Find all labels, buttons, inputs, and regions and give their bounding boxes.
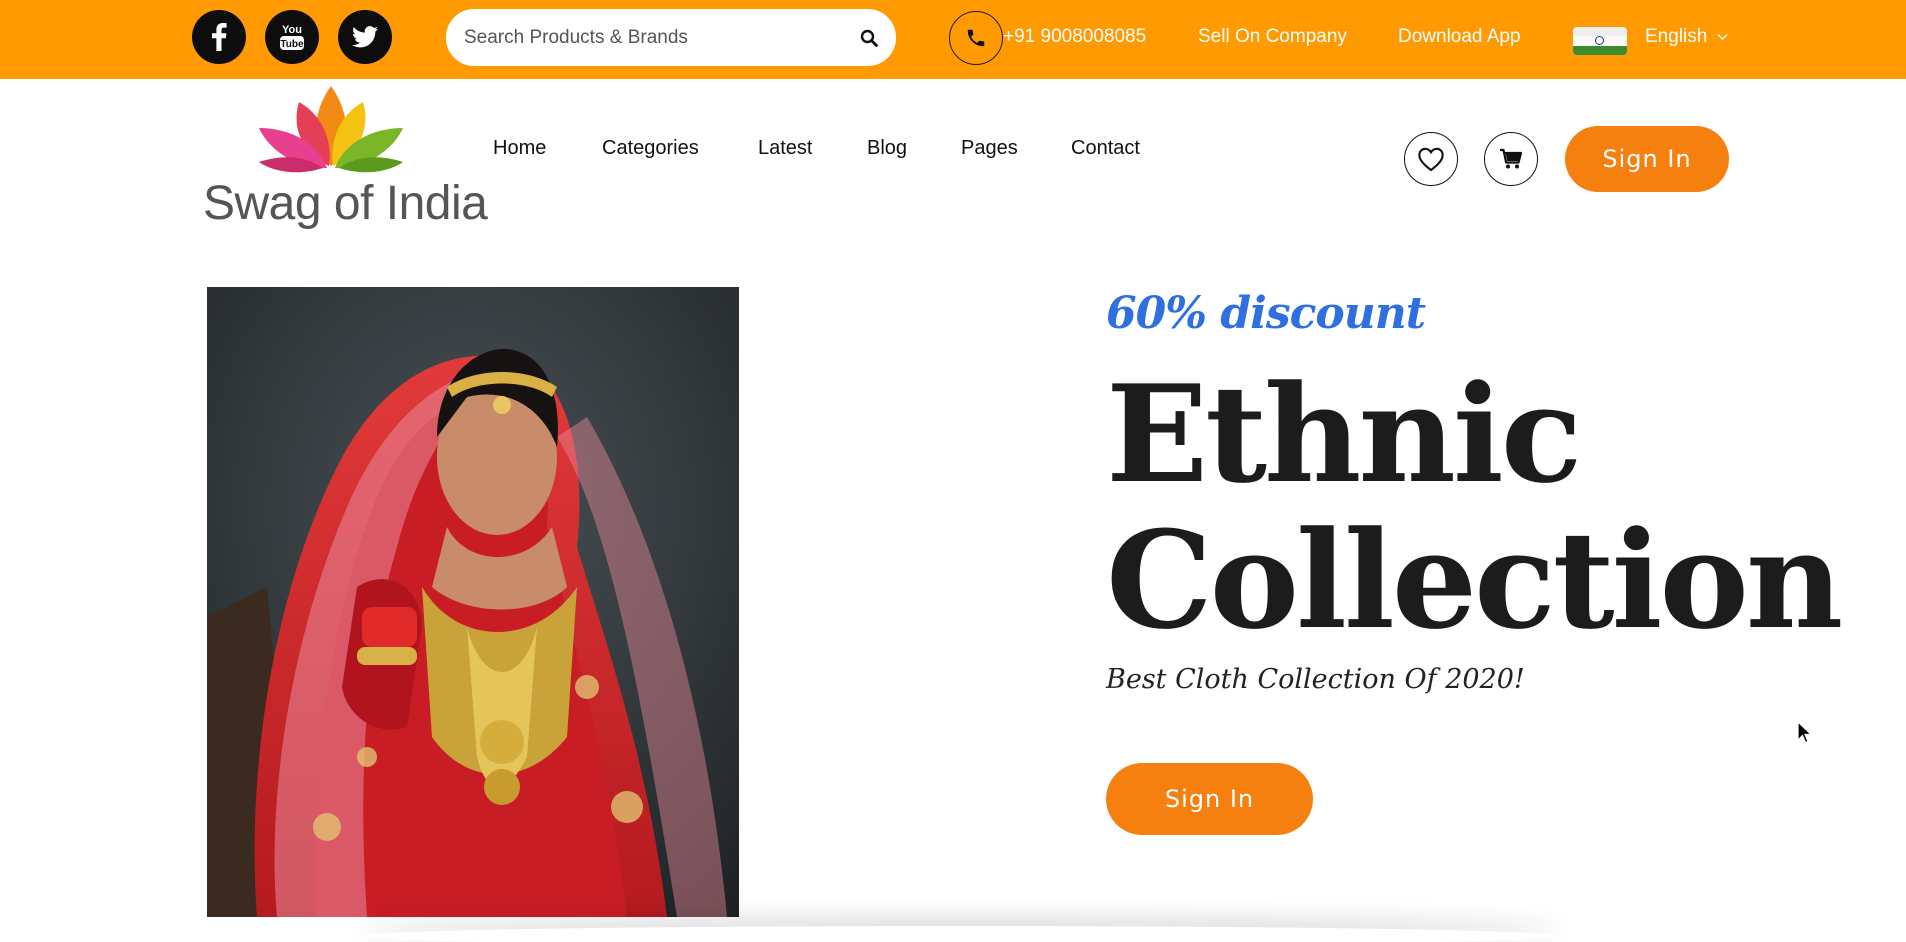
search-icon bbox=[860, 29, 878, 47]
search-button[interactable] bbox=[854, 23, 884, 53]
logo[interactable]: Swag of India bbox=[203, 84, 488, 234]
nav-pages[interactable]: Pages bbox=[961, 136, 1018, 160]
wishlist-button[interactable] bbox=[1404, 132, 1458, 186]
logo-text: Swag of India bbox=[203, 177, 488, 230]
header-sign-in-button[interactable]: Sign In bbox=[1565, 126, 1729, 192]
nav-latest[interactable]: Latest bbox=[758, 136, 812, 160]
phone-number[interactable]: +91 9008008085 bbox=[1003, 26, 1146, 48]
youtube-icon: You Tube bbox=[280, 24, 304, 50]
youtube-glyph-bottom: Tube bbox=[280, 39, 304, 50]
bride-photo bbox=[207, 287, 739, 917]
hero-subtitle: Best Cloth Collection Of 2020! bbox=[1106, 664, 1525, 695]
nav-blog[interactable]: Blog bbox=[867, 136, 907, 160]
twitter-icon bbox=[352, 26, 378, 48]
nav-categories[interactable]: Categories bbox=[602, 136, 699, 160]
chevron-down-icon bbox=[1717, 33, 1728, 40]
cart-icon bbox=[1500, 148, 1523, 169]
twitter-link[interactable] bbox=[338, 10, 392, 64]
download-app-link[interactable]: Download App bbox=[1398, 26, 1521, 48]
search-box bbox=[446, 9, 896, 66]
hero-title-line2: Collection bbox=[1106, 501, 1843, 659]
mouse-pointer-icon bbox=[1797, 721, 1813, 744]
nav-home[interactable]: Home bbox=[493, 136, 546, 160]
search-input[interactable] bbox=[464, 9, 844, 66]
cart-button[interactable] bbox=[1484, 132, 1538, 186]
youtube-link[interactable]: You Tube bbox=[265, 10, 319, 64]
discount-label: 60% discount bbox=[1106, 288, 1426, 339]
top-bar: You Tube +91 9008008085 Sell On Company … bbox=[0, 0, 1906, 79]
language-selector[interactable]: English bbox=[1645, 26, 1728, 48]
facebook-link[interactable] bbox=[192, 10, 246, 64]
language-label: English bbox=[1645, 26, 1708, 47]
phone-icon-circle[interactable] bbox=[949, 11, 1003, 65]
hero-sign-in-button[interactable]: Sign In bbox=[1106, 763, 1313, 835]
india-flag-icon bbox=[1573, 27, 1627, 55]
hero-image bbox=[207, 287, 739, 917]
hero-title-line1: Ethnic bbox=[1106, 355, 1582, 513]
youtube-glyph-top: You bbox=[282, 24, 302, 36]
sell-on-company-link[interactable]: Sell On Company bbox=[1198, 26, 1347, 48]
heart-icon bbox=[1418, 147, 1444, 172]
nav-contact[interactable]: Contact bbox=[1071, 136, 1140, 160]
lotus-logo-icon bbox=[259, 86, 403, 173]
section-divider-shadow bbox=[360, 926, 1560, 942]
phone-icon bbox=[967, 29, 985, 47]
facebook-icon bbox=[212, 23, 227, 51]
